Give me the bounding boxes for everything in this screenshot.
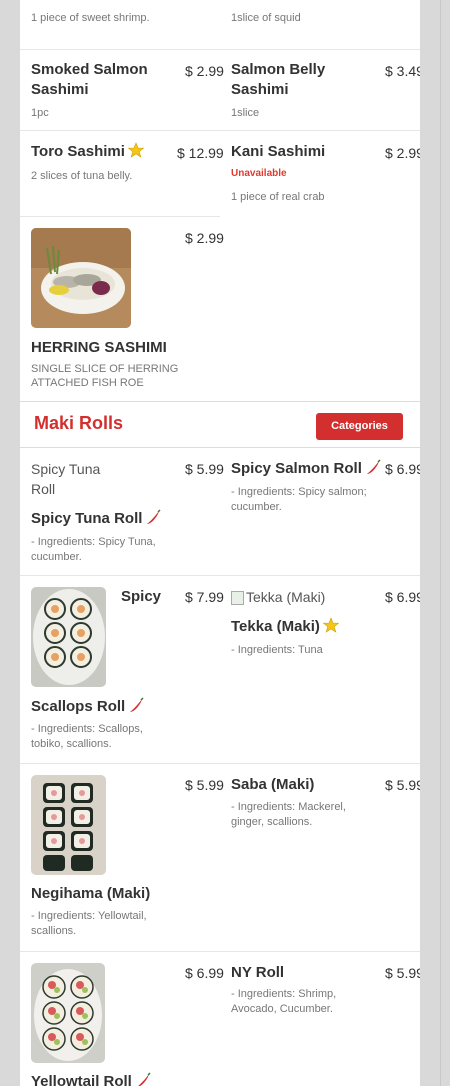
herring-sashimi-photo	[31, 228, 131, 328]
broken-image-alt: Tekka (Maki)	[231, 587, 325, 607]
item-name-line2: Sashimi	[31, 81, 89, 98]
broken-image-alt-line2: Roll	[31, 481, 56, 497]
divider	[20, 49, 420, 50]
item-description: - Ingredients: Mackerel,	[231, 801, 346, 813]
chili-pepper-icon	[127, 697, 145, 721]
menu-item-spicy-tuna-roll[interactable]: Spicy Tuna Roll $ 5.99 Spicy Tuna Roll -…	[31, 459, 224, 569]
item-name: NY Roll	[231, 964, 285, 981]
item-name: Spicy	[121, 588, 162, 605]
menu-item-saba-maki[interactable]: Saba (Maki) $ 5.99 - Ingredients: Macker…	[231, 775, 420, 945]
menu-item-salmon-belly-sashimi[interactable]: Salmon Belly Sashimi $ 3.49 1slice	[231, 60, 420, 130]
item-description: 1 piece of sweet shrimp.	[31, 12, 150, 24]
item-description: 2 slices of tuna belly.	[31, 170, 133, 182]
item-name: Smoked Salmon	[31, 61, 148, 78]
item-name: Spicy Tuna Roll	[31, 510, 143, 527]
menu-item-spicy-scallops-roll[interactable]: Spicy $ 7.99 Scallops Roll - Ingredients…	[31, 587, 224, 757]
item-description: 1 piece of real crab	[231, 191, 325, 203]
item-name: Kani Sashimi	[231, 143, 326, 160]
yellowtail-roll-photo	[31, 963, 105, 1063]
item-price: $ 6.99	[185, 965, 224, 981]
star-icon	[127, 142, 145, 164]
item-price: $ 5.99	[185, 777, 224, 793]
item-price: $ 5.99	[385, 965, 420, 981]
spicy-scallops-roll-photo	[31, 587, 106, 687]
window-border	[440, 0, 441, 1086]
item-name: Negihama (Maki)	[31, 885, 151, 902]
item-description: 1pc	[31, 107, 49, 119]
item-price: $ 3.49	[385, 63, 420, 79]
broken-image-alt-text: Tekka (Maki)	[246, 589, 326, 605]
item-name-row: Tekka (Maki)	[231, 617, 340, 639]
item-description: 1slice	[231, 107, 260, 119]
item-description: - Ingredients: Yellowtail,	[31, 910, 147, 922]
section-title: Maki Rolls	[34, 413, 124, 433]
item-description-line2: cucumber.	[231, 501, 282, 513]
negihama-maki-photo	[31, 775, 106, 875]
item-price: $ 6.99	[385, 589, 420, 605]
item-price: $ 2.99	[385, 145, 420, 161]
item-description-line2: ATTACHED FISH ROE	[31, 377, 144, 389]
broken-image-icon	[231, 591, 244, 606]
item-description-line2: ginger, scallions.	[231, 816, 313, 828]
divider	[20, 951, 420, 952]
item-price: $ 12.99	[177, 145, 224, 161]
unavailable-badge: Unavailable	[231, 168, 287, 179]
item-name-row: Scallops Roll	[31, 697, 145, 721]
item-description-line2: cucumber.	[31, 551, 82, 563]
item-name: Tekka (Maki)	[231, 618, 320, 635]
menu-item-negihama-maki[interactable]: $ 5.99 Negihama (Maki) - Ingredients: Ye…	[31, 775, 224, 945]
item-description: - Ingredients: Spicy salmon;	[231, 486, 367, 498]
menu-item-yellowtail-roll[interactable]: $ 6.99 Yellowtail Roll	[31, 963, 224, 1086]
chili-pepper-icon	[364, 459, 382, 483]
item-name-row: Spicy Tuna Roll	[31, 509, 162, 533]
divider	[20, 401, 420, 402]
broken-image-alt: Spicy Tuna	[31, 461, 101, 477]
item-description: 1slice of squid	[231, 12, 301, 24]
divider	[20, 763, 420, 764]
item-description: - Ingredients: Shrimp,	[231, 988, 337, 1000]
menu-page: 1 piece of sweet shrimp. 1slice of squid…	[20, 0, 420, 1086]
divider	[20, 130, 420, 131]
categories-button[interactable]: Categories	[316, 413, 403, 440]
chili-pepper-icon	[134, 1072, 152, 1086]
item-name-row: Toro Sashimi	[31, 142, 145, 164]
divider	[20, 216, 220, 217]
item-name-row: Yellowtail Roll	[31, 1072, 152, 1086]
item-name: Saba (Maki)	[231, 776, 315, 793]
item-description-line2: tobiko, scallions.	[31, 738, 112, 750]
chili-pepper-icon	[144, 509, 162, 533]
item-price: $ 7.99	[185, 589, 224, 605]
item-name-line2: Scallops Roll	[31, 698, 126, 715]
item-name: Toro Sashimi	[31, 143, 125, 160]
item-description: - Ingredients: Scallops,	[31, 723, 143, 735]
item-price: $ 5.99	[385, 777, 420, 793]
item-price: $ 2.99	[185, 63, 224, 79]
item-name: Salmon Belly	[231, 61, 326, 78]
star-icon	[322, 617, 340, 639]
menu-item-kani-sashimi[interactable]: Kani Sashimi $ 2.99 Unavailable 1 piece …	[231, 142, 420, 212]
item-description: - Ingredients: Tuna	[231, 644, 323, 656]
item-name: HERRING SASHIMI	[31, 339, 167, 356]
menu-item-spicy-salmon-roll[interactable]: Spicy Salmon Roll $ 6.99 - Ingredients: …	[231, 459, 420, 569]
menu-item-smoked-salmon-sashimi[interactable]: Smoked Salmon Sashimi $ 2.99 1pc	[31, 60, 224, 130]
item-description: SINGLE SLICE OF HERRING	[31, 363, 179, 375]
menu-item-tekka-maki[interactable]: Tekka (Maki) $ 6.99 Tekka (Maki) - Ingre…	[231, 587, 420, 757]
menu-item-toro-sashimi[interactable]: Toro Sashimi $ 12.99 2 slices of tuna be…	[31, 142, 224, 212]
item-price: $ 6.99	[385, 461, 420, 477]
item-description: - Ingredients: Spicy Tuna,	[31, 536, 156, 548]
item-price: $ 2.99	[185, 230, 224, 246]
menu-item-herring-sashimi[interactable]: $ 2.99 HERRING SASHIMI SINGLE SLICE OF H…	[31, 228, 224, 393]
item-description-line2: scallions.	[31, 925, 77, 937]
divider	[20, 447, 420, 448]
item-name-row: Spicy Salmon Roll	[231, 459, 382, 483]
item-name: Spicy Salmon Roll	[231, 460, 362, 477]
menu-item-ny-roll[interactable]: NY Roll $ 5.99 - Ingredients: Shrimp, Av…	[231, 963, 420, 1083]
item-description-line2: Avocado, Cucumber.	[231, 1003, 333, 1015]
item-price: $ 5.99	[185, 461, 224, 477]
item-name: Yellowtail Roll	[31, 1073, 132, 1086]
divider	[20, 575, 420, 576]
item-name-line2: Sashimi	[231, 81, 289, 98]
